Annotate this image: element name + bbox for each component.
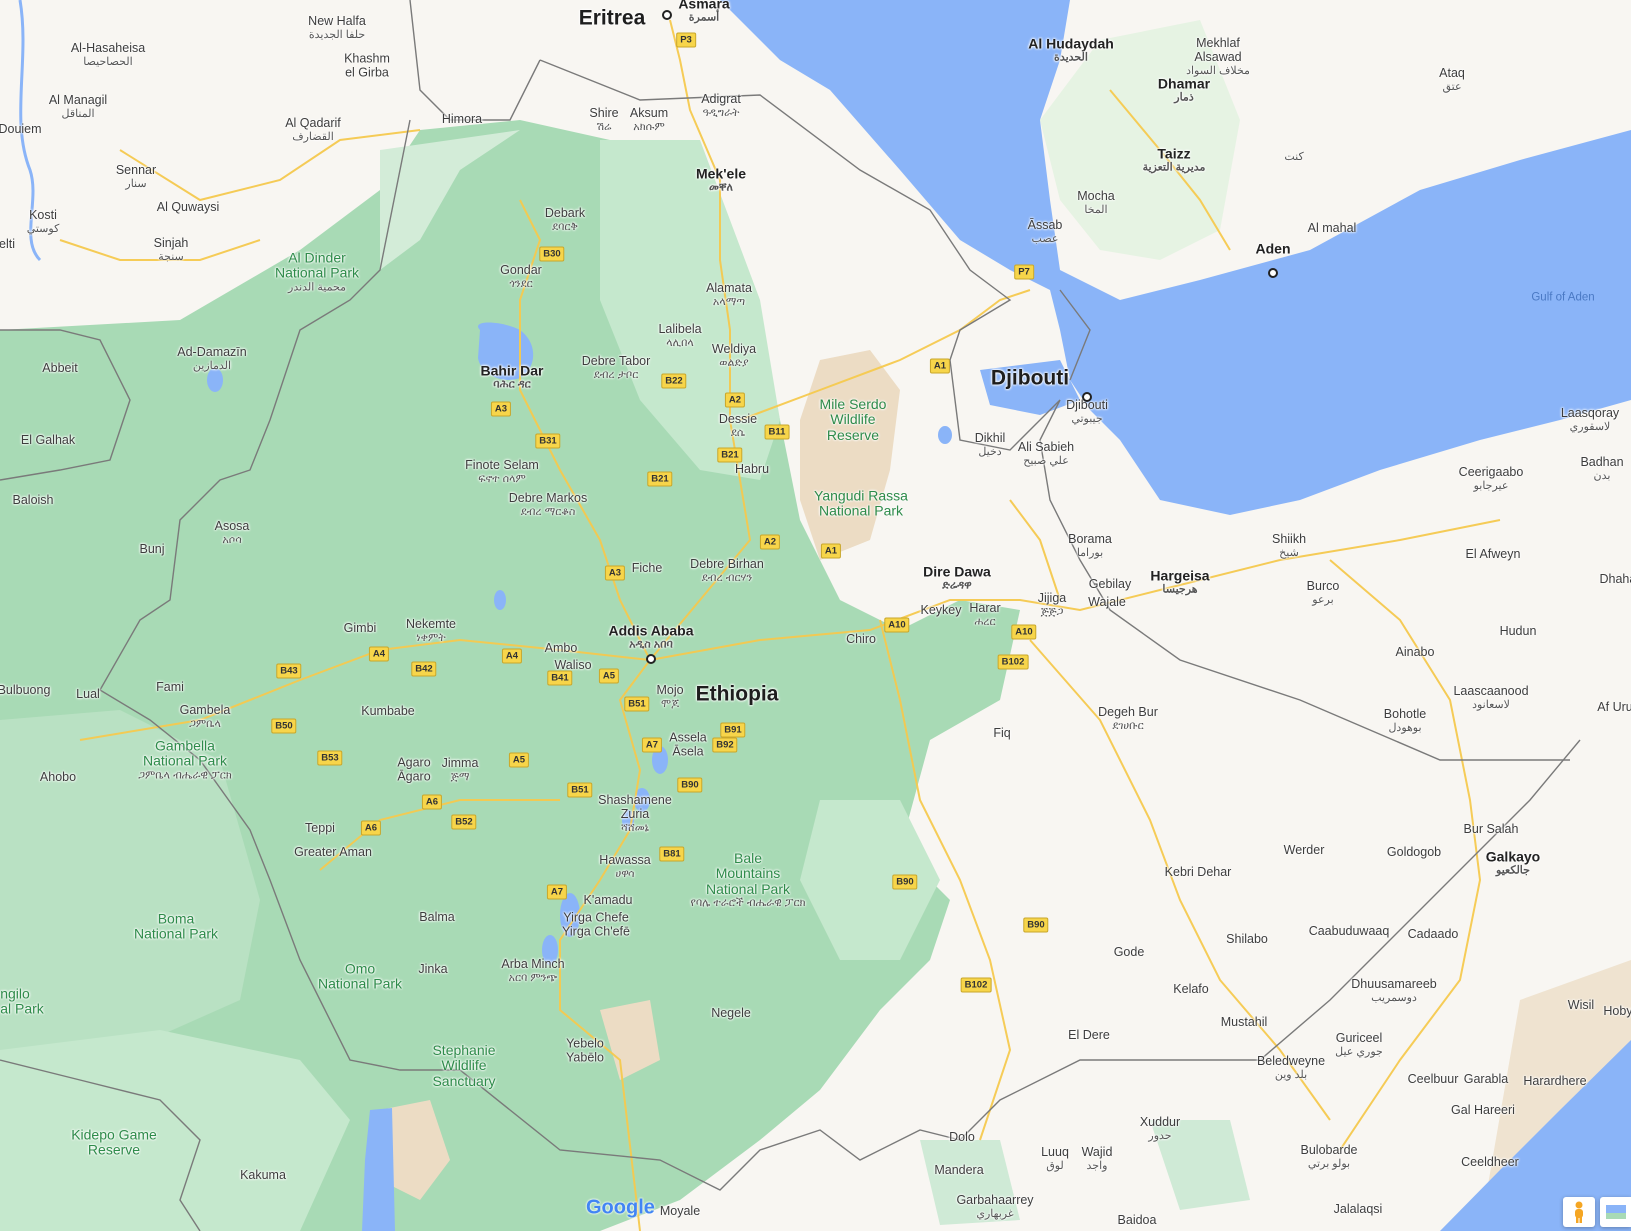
- road-shield-b50: B50: [271, 718, 297, 734]
- road-shield-a1: A1: [929, 358, 951, 374]
- google-logo: Google: [586, 1196, 655, 1219]
- road-shield-a3: A3: [604, 565, 626, 581]
- map-canvas[interactable]: [0, 0, 1631, 1231]
- road-shield-b52: B52: [451, 814, 477, 830]
- road-shield-a1: A1: [820, 543, 842, 559]
- road-shield-b51: B51: [567, 782, 593, 798]
- city-dot-aden: [1268, 268, 1278, 278]
- road-shield-a3: A3: [490, 401, 512, 417]
- road-shield-b21: B21: [717, 447, 743, 463]
- road-shield-a5: A5: [598, 668, 620, 684]
- road-shield-a7: A7: [641, 737, 663, 753]
- road-shield-b41: B41: [547, 670, 573, 686]
- capital-dot-djibouti: [1082, 392, 1092, 402]
- road-shield-b90: B90: [1023, 917, 1049, 933]
- road-shield-b53: B53: [317, 750, 343, 766]
- road-shield-a10: A10: [884, 617, 910, 633]
- road-shield-p7: P7: [1014, 264, 1034, 280]
- road-shield-a10: A10: [1011, 624, 1037, 640]
- road-shield-a6: A6: [421, 794, 443, 810]
- road-shield-b92: B92: [712, 737, 738, 753]
- road-shield-b51: B51: [624, 696, 650, 712]
- capital-dot-addis: [646, 654, 656, 664]
- road-shield-a5: A5: [508, 752, 530, 768]
- road-shield-b21: B21: [647, 471, 673, 487]
- road-shield-a2: A2: [759, 534, 781, 550]
- road-shield-p3: P3: [676, 32, 696, 48]
- road-shield-b90: B90: [677, 777, 703, 793]
- road-shield-b11: B11: [764, 424, 790, 440]
- road-shield-b31: B31: [535, 433, 561, 449]
- road-shield-a7: A7: [546, 884, 568, 900]
- road-shield-b43: B43: [276, 663, 302, 679]
- road-shield-b22: B22: [661, 373, 687, 389]
- road-shield-b102: B102: [997, 654, 1029, 670]
- road-shield-b81: B81: [659, 846, 685, 862]
- road-shield-a2: A2: [724, 392, 746, 408]
- pegman-icon: [1575, 1201, 1583, 1223]
- layers-icon: [1605, 1205, 1626, 1219]
- road-shield-b30: B30: [539, 246, 565, 262]
- capital-dot-asmara: [662, 10, 672, 20]
- road-shield-b42: B42: [411, 661, 437, 677]
- layers-button[interactable]: [1600, 1197, 1631, 1227]
- road-shield-b102: B102: [960, 977, 992, 993]
- pegman-button[interactable]: [1563, 1197, 1595, 1227]
- road-shield-b91: B91: [720, 722, 746, 738]
- road-shield-a4: A4: [501, 648, 523, 664]
- road-shield-a6: A6: [360, 820, 382, 836]
- road-shield-b90: B90: [892, 874, 918, 890]
- road-shield-a4: A4: [368, 646, 390, 662]
